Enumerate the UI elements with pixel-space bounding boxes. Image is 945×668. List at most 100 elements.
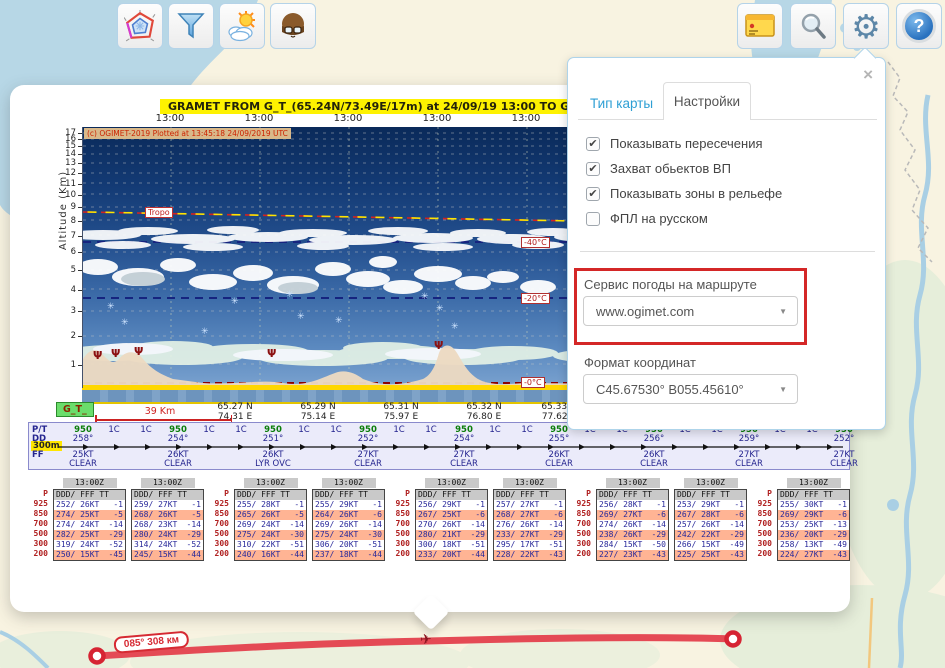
gear-icon: ⚙	[851, 6, 881, 46]
airspace-zones-button[interactable]	[117, 3, 163, 49]
pressure-level: 925	[33, 499, 48, 508]
table-row: 264/ 26KT -6	[313, 510, 384, 520]
checkbox-checked[interactable]: ✔	[586, 161, 600, 176]
temp-value: -51	[548, 540, 563, 549]
pilot-briefing-button[interactable]	[270, 3, 316, 49]
pressure-level: 300	[395, 539, 410, 548]
temp-value: -14	[108, 520, 123, 529]
table-row: 269/ 29KT -6	[778, 510, 849, 520]
waypoint-lon: 74.31 E	[217, 412, 253, 422]
svg-text:✳: ✳	[107, 302, 115, 312]
pressure-header: P	[586, 489, 591, 498]
pressure-level: 850	[576, 509, 591, 518]
time-label: 13:00	[333, 113, 363, 124]
polygon-zones-icon	[124, 10, 156, 42]
temp-value: -14	[651, 520, 666, 529]
pressure-header: P	[405, 489, 410, 498]
temp-value: -51	[470, 540, 485, 549]
wind-value: 275/ 24KT	[237, 530, 281, 539]
airplane-marker[interactable]: ✈	[420, 632, 433, 649]
temp-value: -1	[837, 500, 847, 509]
wind-value: 250/ 15KT	[56, 550, 100, 559]
table-row: 274/ 25KT -5	[54, 510, 125, 520]
legend-button[interactable]	[737, 3, 783, 49]
pressure-level: 300	[757, 539, 772, 548]
table-row: 245/ 15KT -44	[132, 550, 203, 560]
table-row: 256/ 29KT -1	[416, 500, 487, 510]
altitude-tick-label: 6	[70, 247, 76, 257]
temp-value: -43	[729, 550, 744, 559]
table-row: 237/ 18KT -44	[313, 550, 384, 560]
temp-value: -6	[656, 510, 666, 519]
pressure-level: 200	[395, 549, 410, 558]
table-row: 275/ 24KT -30	[235, 530, 306, 540]
wind-value: 242/ 22KT	[677, 530, 721, 539]
wind-value: 264/ 26KT	[315, 510, 359, 519]
checkbox-checked[interactable]: ✔	[586, 136, 600, 151]
waypoint-coordinate: 65.31 N 75.97 E	[383, 402, 418, 422]
funnel-icon	[177, 13, 205, 39]
pressure-level: 925	[757, 499, 772, 508]
filter-button[interactable]	[168, 3, 214, 49]
wind-value: 255/ 28KT	[237, 500, 281, 509]
wind-table: 13:00Z DDD/ FFF TT 255/ 29KT -1 264/ 26KT -6 2…	[312, 478, 385, 561]
isotherm-label-minus20: -20°C	[521, 293, 550, 304]
settings-button[interactable]: ⚙	[843, 3, 889, 49]
table-row: 236/ 20KT -29	[778, 530, 849, 540]
wind-table: 13:00Z DDD/ FFF TT 252/ 26KT -1 274/ 25KT -5 2…	[53, 478, 126, 561]
table-row: 238/ 26KT -29	[597, 530, 668, 540]
wind-table: 13:00Z DDD/ FFF TT 253/ 29KT -1 267/ 28KT -6 2…	[674, 478, 747, 561]
wind-table: 13:00Z DDD/ FFF TT 255/ 30KT -1 269/ 29KT -6 2…	[777, 478, 850, 561]
weather-service-select[interactable]: www.ogimet.com ▼	[583, 296, 798, 326]
temp-value: -6	[475, 510, 485, 519]
wind-value: 256/ 28KT	[599, 500, 643, 509]
route-line[interactable]	[93, 634, 737, 660]
svg-text:Ψ: Ψ	[434, 339, 443, 352]
wind-value: 265/ 26KT	[237, 510, 281, 519]
wind-value: 238/ 26KT	[599, 530, 643, 539]
temp-value: -51	[289, 540, 304, 549]
route-endpoint-end[interactable]	[724, 630, 742, 648]
band-sky-condition: CLEAR	[354, 459, 382, 469]
route-endpoint-start[interactable]	[88, 647, 106, 665]
isotherm-label-zero: -0°C	[521, 377, 545, 388]
table-row: 228/ 22KT -43	[494, 550, 565, 560]
table-row: 266/ 15KT -49	[675, 540, 746, 550]
table-row: 265/ 26KT -5	[235, 510, 306, 520]
temp-value: -52	[108, 540, 123, 549]
wind-value: 253/ 29KT	[677, 500, 721, 509]
temp-value: -1	[734, 500, 744, 509]
temp-value: -14	[289, 520, 304, 529]
wind-value: 268/ 26KT	[134, 510, 178, 519]
temp-value: -52	[186, 540, 201, 549]
wind-value: 280/ 24KT	[134, 530, 178, 539]
temp-value: -30	[289, 530, 304, 539]
pressure-level: 200	[757, 549, 772, 558]
band-temp-value: 1C	[521, 425, 533, 435]
pressure-level: 850	[33, 509, 48, 518]
pressure-column: P 925 850 700 500 300 200	[28, 478, 48, 559]
checkbox-label: Захват обьектов ВП	[610, 161, 731, 176]
altitude-tick-label: 10	[65, 189, 76, 200]
search-button[interactable]	[790, 3, 836, 49]
band-temp-value: 1C	[393, 425, 405, 435]
temp-value: -1	[294, 500, 304, 509]
temp-value: -44	[470, 550, 485, 559]
tab-settings[interactable]: Настройки	[663, 82, 751, 120]
search-icon	[801, 13, 826, 39]
wind-value: 266/ 15KT	[677, 540, 721, 549]
checkbox-unchecked[interactable]	[586, 211, 600, 226]
weather-button[interactable]	[219, 3, 265, 49]
table-column-header: DDD/ FFF TT	[597, 490, 668, 500]
time-label: 13:00	[155, 113, 185, 124]
tab-map-type[interactable]: Тип карты	[590, 96, 653, 111]
help-button[interactable]: ?	[896, 3, 942, 49]
checkbox-checked[interactable]: ✔	[586, 186, 600, 201]
svg-text:Ψ: Ψ	[93, 349, 102, 362]
checkbox-row: ✔ Показывать пересечения	[586, 136, 763, 151]
coord-format-select[interactable]: C45.67530° B055.45610° ▼	[583, 374, 798, 404]
wind-value: 236/ 20KT	[780, 530, 824, 539]
wind-table: 13:00Z DDD/ FFF TT 256/ 28KT -1 269/ 27KT -6 2…	[596, 478, 669, 561]
waypoint-coordinate: 65.27 N 74.31 E	[217, 402, 252, 422]
table-row: 282/ 25KT -29	[54, 530, 125, 540]
